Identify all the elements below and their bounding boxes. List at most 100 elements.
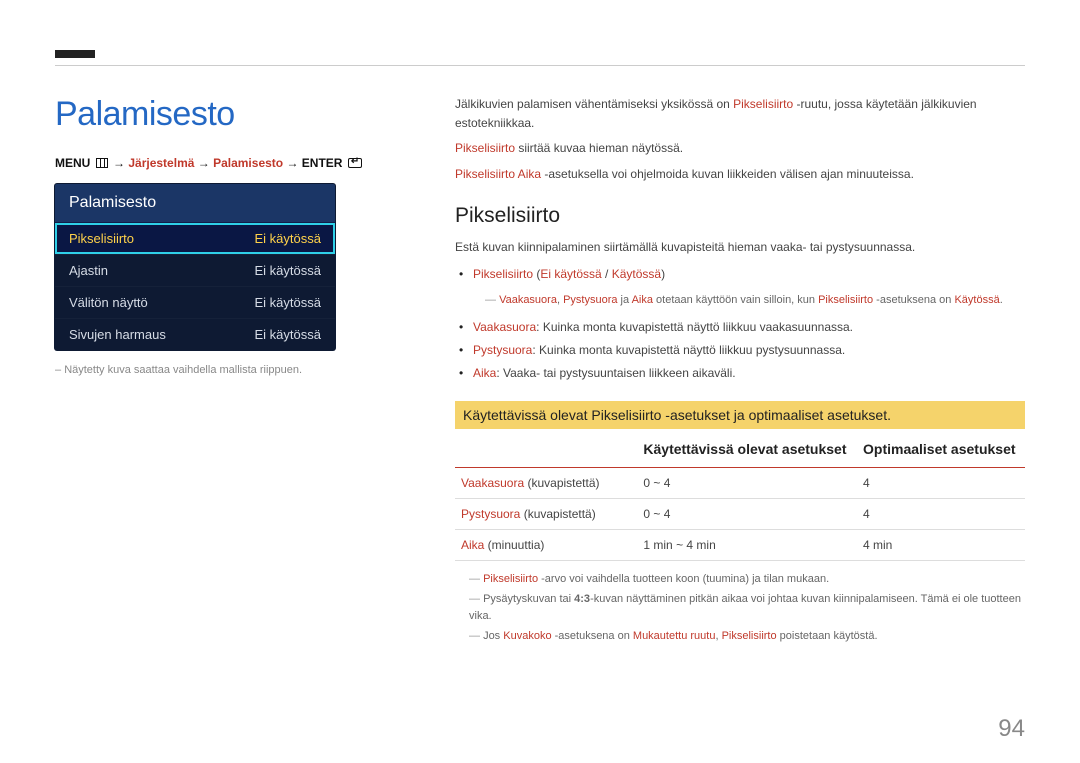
text: . — [1000, 294, 1003, 306]
table-cell-avail: 0 ~ 4 — [637, 468, 857, 499]
text: (kuvapistettä) — [524, 476, 599, 490]
text: siirtää kuvaa hieman näytössä. — [515, 141, 683, 155]
text: -arvo voi vaihdella tuotteen koon (tuumi… — [538, 573, 829, 585]
table-row: Vaakasuora (kuvapistettä) 0 ~ 4 4 — [455, 468, 1025, 499]
table-cell-key: Pystysuora (kuvapistettä) — [455, 499, 637, 530]
intro-para-2: Pikselisiirto siirtää kuvaa hieman näytö… — [455, 139, 1025, 158]
text: Jälkikuvien palamisen vähentämiseksi yks… — [455, 97, 733, 111]
text-highlight: Pikselisiirto — [733, 97, 793, 111]
subnote: Vaakasuora, Pystysuora ja Aika otetaan k… — [455, 292, 1025, 310]
table-title-strip: Käytettävissä olevat Pikselisiirto -aset… — [455, 401, 1025, 429]
menu-box: Palamisesto Pikselisiirto Ei käytössä Aj… — [55, 184, 335, 350]
menu-row-label: Pikselisiirto — [69, 231, 134, 246]
footnote: Jos Kuvakoko -asetuksena on Mukautettu r… — [455, 628, 1025, 646]
text: Pysäytyskuvan tai — [483, 593, 574, 605]
table-col-optimal: Optimaaliset asetukset — [857, 433, 1025, 468]
settings-table: Käytettävissä olevat asetukset Optimaali… — [455, 433, 1025, 561]
footnote: Pysäytyskuvan tai 4:3-kuvan näyttäminen … — [455, 591, 1025, 626]
text: -asetuksena on — [552, 630, 633, 642]
menu-row-value: Ei käytössä — [255, 295, 321, 310]
menu-row-label: Ajastin — [69, 263, 108, 278]
text-highlight: Aika — [632, 294, 653, 306]
text: : Kuinka monta kuvapistettä näyttö liikk… — [536, 320, 853, 334]
bullet-item: Vaakasuora: Kuinka monta kuvapistettä nä… — [473, 316, 1025, 339]
text: (minuuttia) — [484, 538, 544, 552]
intro-para-3: Pikselisiirto Aika -asetuksella voi ohje… — [455, 165, 1025, 184]
footnotes: Pikselisiirto -arvo voi vaihdella tuotte… — [455, 571, 1025, 645]
left-column: Palamisesto MENU → Järjestelmä → Palamis… — [55, 95, 425, 648]
table-cell-opt: 4 min — [857, 530, 1025, 561]
header-marker — [55, 50, 95, 58]
text-highlight: Käytössä — [612, 267, 661, 281]
page-title: Palamisesto — [55, 95, 425, 134]
text: ja — [618, 294, 632, 306]
breadcrumb-seg2: Palamisesto — [213, 156, 283, 170]
text-highlight: Pikselisiirto — [455, 141, 515, 155]
text-highlight: Pikselisiirto Aika — [455, 167, 541, 181]
text-highlight: Käytössä — [954, 294, 999, 306]
text: poistetaan käytöstä. — [777, 630, 878, 642]
menu-row-pikselisiirto[interactable]: Pikselisiirto Ei käytössä — [55, 222, 335, 254]
table-cell-key: Aika (minuuttia) — [455, 530, 637, 561]
text-highlight: Vaakasuora — [499, 294, 557, 306]
table-cell-opt: 4 — [857, 468, 1025, 499]
breadcrumb-seg1: Järjestelmä — [128, 156, 194, 170]
bullet-item: Aika: Vaaka- tai pystysuuntaisen liikkee… — [473, 362, 1025, 385]
text: otetaan käyttöön vain silloin, kun — [653, 294, 818, 306]
text-highlight: Pystysuora — [473, 343, 532, 357]
table-header-row: Käytettävissä olevat asetukset Optimaali… — [455, 433, 1025, 468]
text-highlight: Pikselisiirto — [483, 573, 538, 585]
header-divider — [55, 65, 1025, 66]
text-highlight: Pikselisiirto — [722, 630, 777, 642]
text: : Kuinka monta kuvapistettä näyttö liikk… — [532, 343, 845, 357]
breadcrumb-suffix: ENTER — [302, 156, 343, 170]
table-cell-avail: 0 ~ 4 — [637, 499, 857, 530]
menu-row-sivujen[interactable]: Sivujen harmaus Ei käytössä — [55, 318, 335, 350]
text-highlight: Aika — [473, 366, 496, 380]
text-highlight: Aika — [461, 538, 484, 552]
table-row: Aika (minuuttia) 1 min ~ 4 min 4 min — [455, 530, 1025, 561]
menu-box-header: Palamisesto — [55, 184, 335, 222]
text-bold: 4:3 — [574, 593, 590, 605]
menu-caption: Näytetty kuva saattaa vaihdella mallista… — [55, 364, 425, 376]
text: (kuvapistettä) — [520, 507, 595, 521]
section-heading: Pikselisiirto — [455, 204, 1025, 228]
breadcrumb-prefix: MENU — [55, 156, 90, 170]
text: / — [602, 267, 612, 281]
menu-row-ajastin[interactable]: Ajastin Ei käytössä — [55, 254, 335, 286]
breadcrumb: MENU → Järjestelmä → Palamisesto → ENTER — [55, 156, 425, 170]
bullet-item: Pikselisiirto (Ei käytössä / Käytössä) — [473, 263, 1025, 286]
menu-row-valiton[interactable]: Välitön näyttö Ei käytössä — [55, 286, 335, 318]
text-highlight: Kuvakoko — [503, 630, 551, 642]
table-col-available: Käytettävissä olevat asetukset — [637, 433, 857, 468]
menu-row-value: Ei käytössä — [255, 263, 321, 278]
menu-row-label: Sivujen harmaus — [69, 327, 166, 342]
text: -asetuksella voi ohjelmoida kuvan liikke… — [541, 167, 914, 181]
footnote: Pikselisiirto -arvo voi vaihdella tuotte… — [455, 571, 1025, 589]
intro-block: Jälkikuvien palamisen vähentämiseksi yks… — [455, 95, 1025, 184]
menu-row-label: Välitön näyttö — [69, 295, 148, 310]
page-number: 94 — [998, 715, 1025, 743]
text: Jos — [483, 630, 503, 642]
bullet-list: Vaakasuora: Kuinka monta kuvapistettä nä… — [455, 316, 1025, 386]
page-content: Palamisesto MENU → Järjestelmä → Palamis… — [55, 95, 1025, 648]
menu-row-value: Ei käytössä — [255, 327, 321, 342]
table-cell-avail: 1 min ~ 4 min — [637, 530, 857, 561]
bullet-item: Pystysuora: Kuinka monta kuvapistettä nä… — [473, 339, 1025, 362]
table-row: Pystysuora (kuvapistettä) 0 ~ 4 4 — [455, 499, 1025, 530]
text: -asetuksena on — [873, 294, 954, 306]
menu-row-value: Ei käytössä — [255, 231, 321, 246]
text-highlight: Vaakasuora — [461, 476, 524, 490]
text-highlight: Mukautettu ruutu — [633, 630, 716, 642]
table-cell-opt: 4 — [857, 499, 1025, 530]
table-col-empty — [455, 433, 637, 468]
text-highlight: Pystysuora — [461, 507, 520, 521]
table-cell-key: Vaakasuora (kuvapistettä) — [455, 468, 637, 499]
section-intro: Estä kuvan kiinnipalaminen siirtämällä k… — [455, 238, 1025, 257]
text: ) — [661, 267, 665, 281]
text-highlight: Vaakasuora — [473, 320, 536, 334]
text-highlight: Pikselisiirto — [818, 294, 873, 306]
bullet-list: Pikselisiirto (Ei käytössä / Käytössä) — [455, 263, 1025, 286]
right-column: Jälkikuvien palamisen vähentämiseksi yks… — [425, 95, 1025, 648]
menu-icon — [96, 158, 108, 168]
